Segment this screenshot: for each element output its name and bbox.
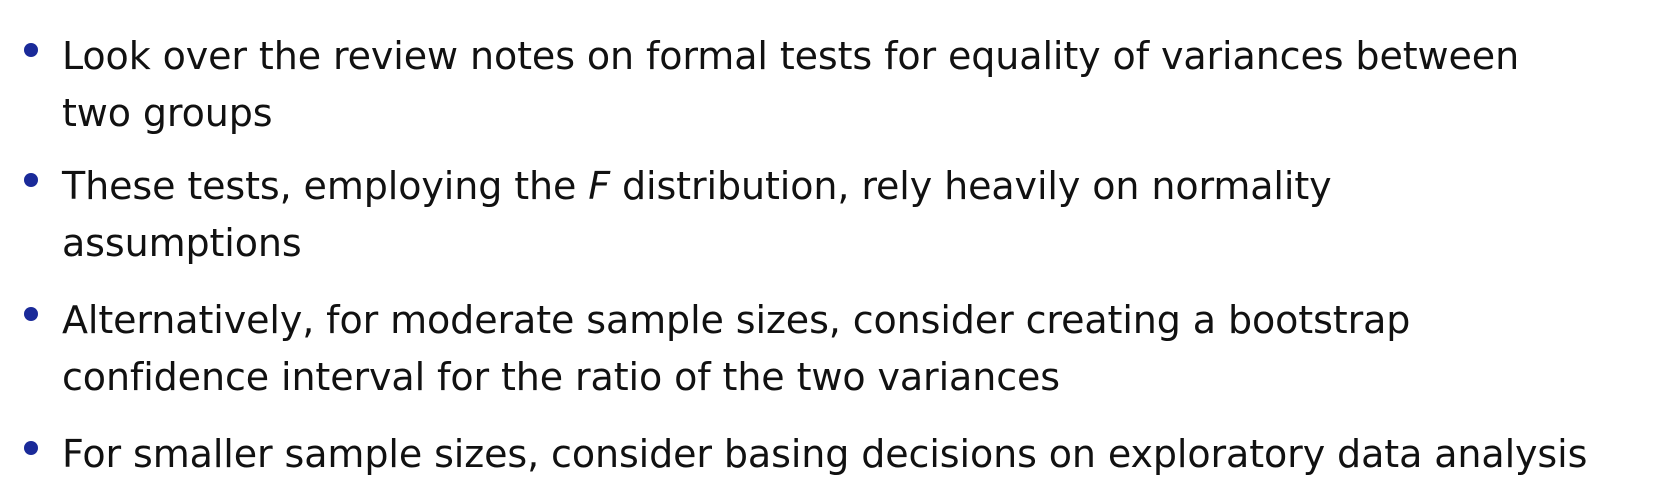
bullet-line: two groups	[62, 91, 273, 135]
bullet-dot-icon	[24, 441, 38, 455]
bullet-line: assumptions	[62, 221, 302, 265]
bullet-text: Alternatively, for moderate sample sizes…	[62, 292, 1662, 406]
math-variable: F	[588, 164, 611, 208]
bullet-dot-icon	[24, 307, 38, 321]
text-segment: distribution, rely heavily on normality	[610, 164, 1332, 208]
bullet-line: For smaller sample sizes, consider basin…	[62, 432, 1588, 476]
bullet-line: These tests, employing the F distributio…	[62, 158, 1662, 215]
text-segment: These tests, employing the	[62, 164, 589, 208]
bullet-text: For smaller sample sizes, consider basin…	[62, 426, 1662, 483]
bullet-line: Look over the review notes on formal tes…	[62, 34, 1520, 78]
bullet-line: Alternatively, for moderate sample sizes…	[62, 298, 1411, 342]
bullet-dot-icon	[24, 173, 38, 187]
bullet-text: Look over the review notes on formal tes…	[62, 28, 1662, 142]
slide: Look over the review notes on formal tes…	[0, 0, 1668, 498]
bullet-line: confidence interval for the ratio of the…	[62, 355, 1060, 399]
bullet-dot-icon	[24, 43, 38, 57]
bullet-text: These tests, employing the F distributio…	[62, 158, 1662, 272]
